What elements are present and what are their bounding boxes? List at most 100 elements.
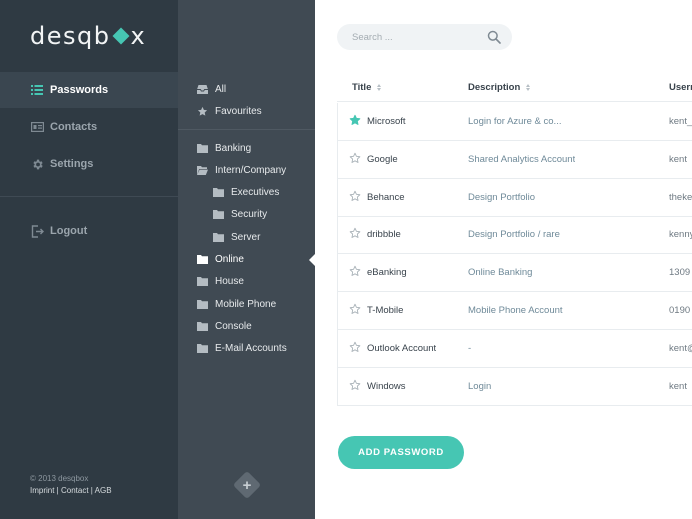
row-title: Outlook Account <box>367 342 437 354</box>
row-description: Design Portfolio <box>468 191 536 203</box>
plus-icon: + <box>242 476 252 494</box>
folder-label: Favourites <box>215 105 262 117</box>
nav-divider <box>0 196 178 197</box>
row-title: Windows <box>367 380 406 392</box>
table-row[interactable]: Behance Design Portfolio theke <box>337 178 692 217</box>
folder-item[interactable]: Console <box>197 318 252 334</box>
folder-label: Mobile Phone <box>215 298 277 310</box>
nav-item-settings[interactable]: Settings <box>0 146 178 182</box>
nav-item-label: Passwords <box>50 84 109 96</box>
row-description: Login for Azure & co... <box>468 116 562 127</box>
gear-icon <box>30 157 44 171</box>
folder-icon <box>213 210 224 220</box>
folder-item[interactable]: House <box>197 274 244 290</box>
favourite-star-icon[interactable] <box>349 265 361 277</box>
favourite-star-icon[interactable] <box>349 152 361 164</box>
row-title: Google <box>367 153 398 165</box>
id-card-icon <box>30 120 44 134</box>
search-input[interactable] <box>352 29 482 45</box>
folder-icon <box>213 188 224 198</box>
search-field[interactable] <box>337 24 512 50</box>
nav-item-passwords[interactable]: Passwords <box>0 72 178 108</box>
row-title: dribbble <box>367 229 401 241</box>
folder-label: Executives <box>231 187 280 199</box>
row-username: kenny <box>669 229 692 241</box>
row-username: 1309 <box>669 267 691 279</box>
nav-item-logout[interactable]: Logout <box>0 213 178 249</box>
column-username[interactable]: Userna <box>669 82 692 93</box>
folder-item[interactable]: Mobile Phone <box>197 296 276 312</box>
folder-favourites[interactable]: Favourites <box>197 103 262 119</box>
nav-item-label: Settings <box>50 158 94 170</box>
table-header: Title Description Userna <box>337 72 692 102</box>
folder-icon <box>197 143 208 153</box>
folder-item[interactable]: Online <box>197 252 244 268</box>
imprint-link[interactable]: Imprint <box>30 486 54 495</box>
table-row[interactable]: Microsoft Login for Azure & co... kent_ <box>337 103 692 141</box>
folder-label: E-Mail Accounts <box>215 343 287 355</box>
favourite-star-icon[interactable] <box>349 190 361 202</box>
folder-label: Console <box>215 320 252 332</box>
logout-icon <box>30 224 44 238</box>
table-row[interactable]: T-Mobile Mobile Phone Account 0190 <box>337 292 692 330</box>
logo[interactable]: desqb x <box>30 22 146 50</box>
folder-divider <box>178 129 315 130</box>
favourite-star-icon[interactable] <box>349 341 361 353</box>
nav-item-label: Logout <box>50 225 88 237</box>
table-row[interactable]: Windows Login kent <box>337 367 692 406</box>
folder-open-icon <box>197 165 208 175</box>
logo-diamond-icon <box>112 27 130 45</box>
folder-item[interactable]: Security <box>213 207 267 223</box>
nav-item-contacts[interactable]: Contacts <box>0 109 178 145</box>
folder-label: Intern/Company <box>215 164 287 176</box>
row-username: theke <box>669 191 692 203</box>
favourite-star-icon[interactable] <box>349 379 361 391</box>
column-title[interactable]: Title <box>352 82 382 93</box>
sort-icon[interactable] <box>377 84 382 91</box>
folder-label: House <box>215 276 244 288</box>
table-row[interactable]: dribbble Design Portfolio / rare kenny <box>337 216 692 255</box>
footer: © 2013 desqbox Imprint | Contact | AGB <box>30 473 112 497</box>
sort-icon[interactable] <box>526 84 531 91</box>
nav-item-label: Contacts <box>50 121 98 133</box>
column-description[interactable]: Description <box>468 82 531 93</box>
row-description: Mobile Phone Account <box>468 305 563 316</box>
folder-item[interactable]: Executives <box>213 185 279 201</box>
row-description: Shared Analytics Account <box>468 153 576 165</box>
folder-label: All <box>215 83 227 95</box>
folder-item[interactable]: Intern/Company <box>197 162 286 178</box>
folder-item[interactable]: Banking <box>197 140 251 156</box>
favourite-star-icon[interactable] <box>349 114 361 126</box>
folder-item[interactable]: E-Mail Accounts <box>197 341 287 357</box>
folder-panel: All Favourites Banking Intern/Company Exec… <box>178 0 315 519</box>
active-folder-indicator <box>309 253 316 267</box>
search-icon[interactable] <box>487 30 501 44</box>
folder-label: Banking <box>215 142 252 154</box>
favourite-star-icon[interactable] <box>349 227 361 239</box>
row-title: eBanking <box>367 267 407 279</box>
row-username: kent <box>669 153 687 165</box>
row-description: Design Portfolio / rare <box>468 229 560 241</box>
add-folder-button[interactable]: + <box>232 470 262 500</box>
folder-label: Security <box>231 209 268 221</box>
folder-all[interactable]: All <box>197 81 226 97</box>
row-description: Online Banking <box>468 267 533 279</box>
agb-link[interactable]: AGB <box>95 486 112 495</box>
main-navigation: desqb x Passwords Contacts Settings Logou… <box>0 0 178 519</box>
row-username: kent@ <box>669 342 692 354</box>
table-row[interactable]: Outlook Account - kent@ <box>337 329 692 368</box>
contact-link[interactable]: Contact <box>61 486 89 495</box>
inbox-icon <box>197 84 208 94</box>
copyright: © 2013 desqbox <box>30 474 89 483</box>
favourite-star-icon[interactable] <box>349 303 361 315</box>
folder-icon <box>197 299 208 309</box>
folder-icon <box>197 344 208 354</box>
row-title: Behance <box>367 191 405 203</box>
star-icon <box>197 106 208 116</box>
table-row[interactable]: Google Shared Analytics Account kent <box>337 140 692 179</box>
row-username: kent <box>669 380 687 392</box>
add-password-button[interactable]: ADD PASSWORD <box>338 436 464 469</box>
folder-item[interactable]: Server <box>213 229 260 245</box>
table-row[interactable]: eBanking Online Banking 1309 <box>337 254 692 293</box>
row-username: kent_ <box>669 116 692 127</box>
